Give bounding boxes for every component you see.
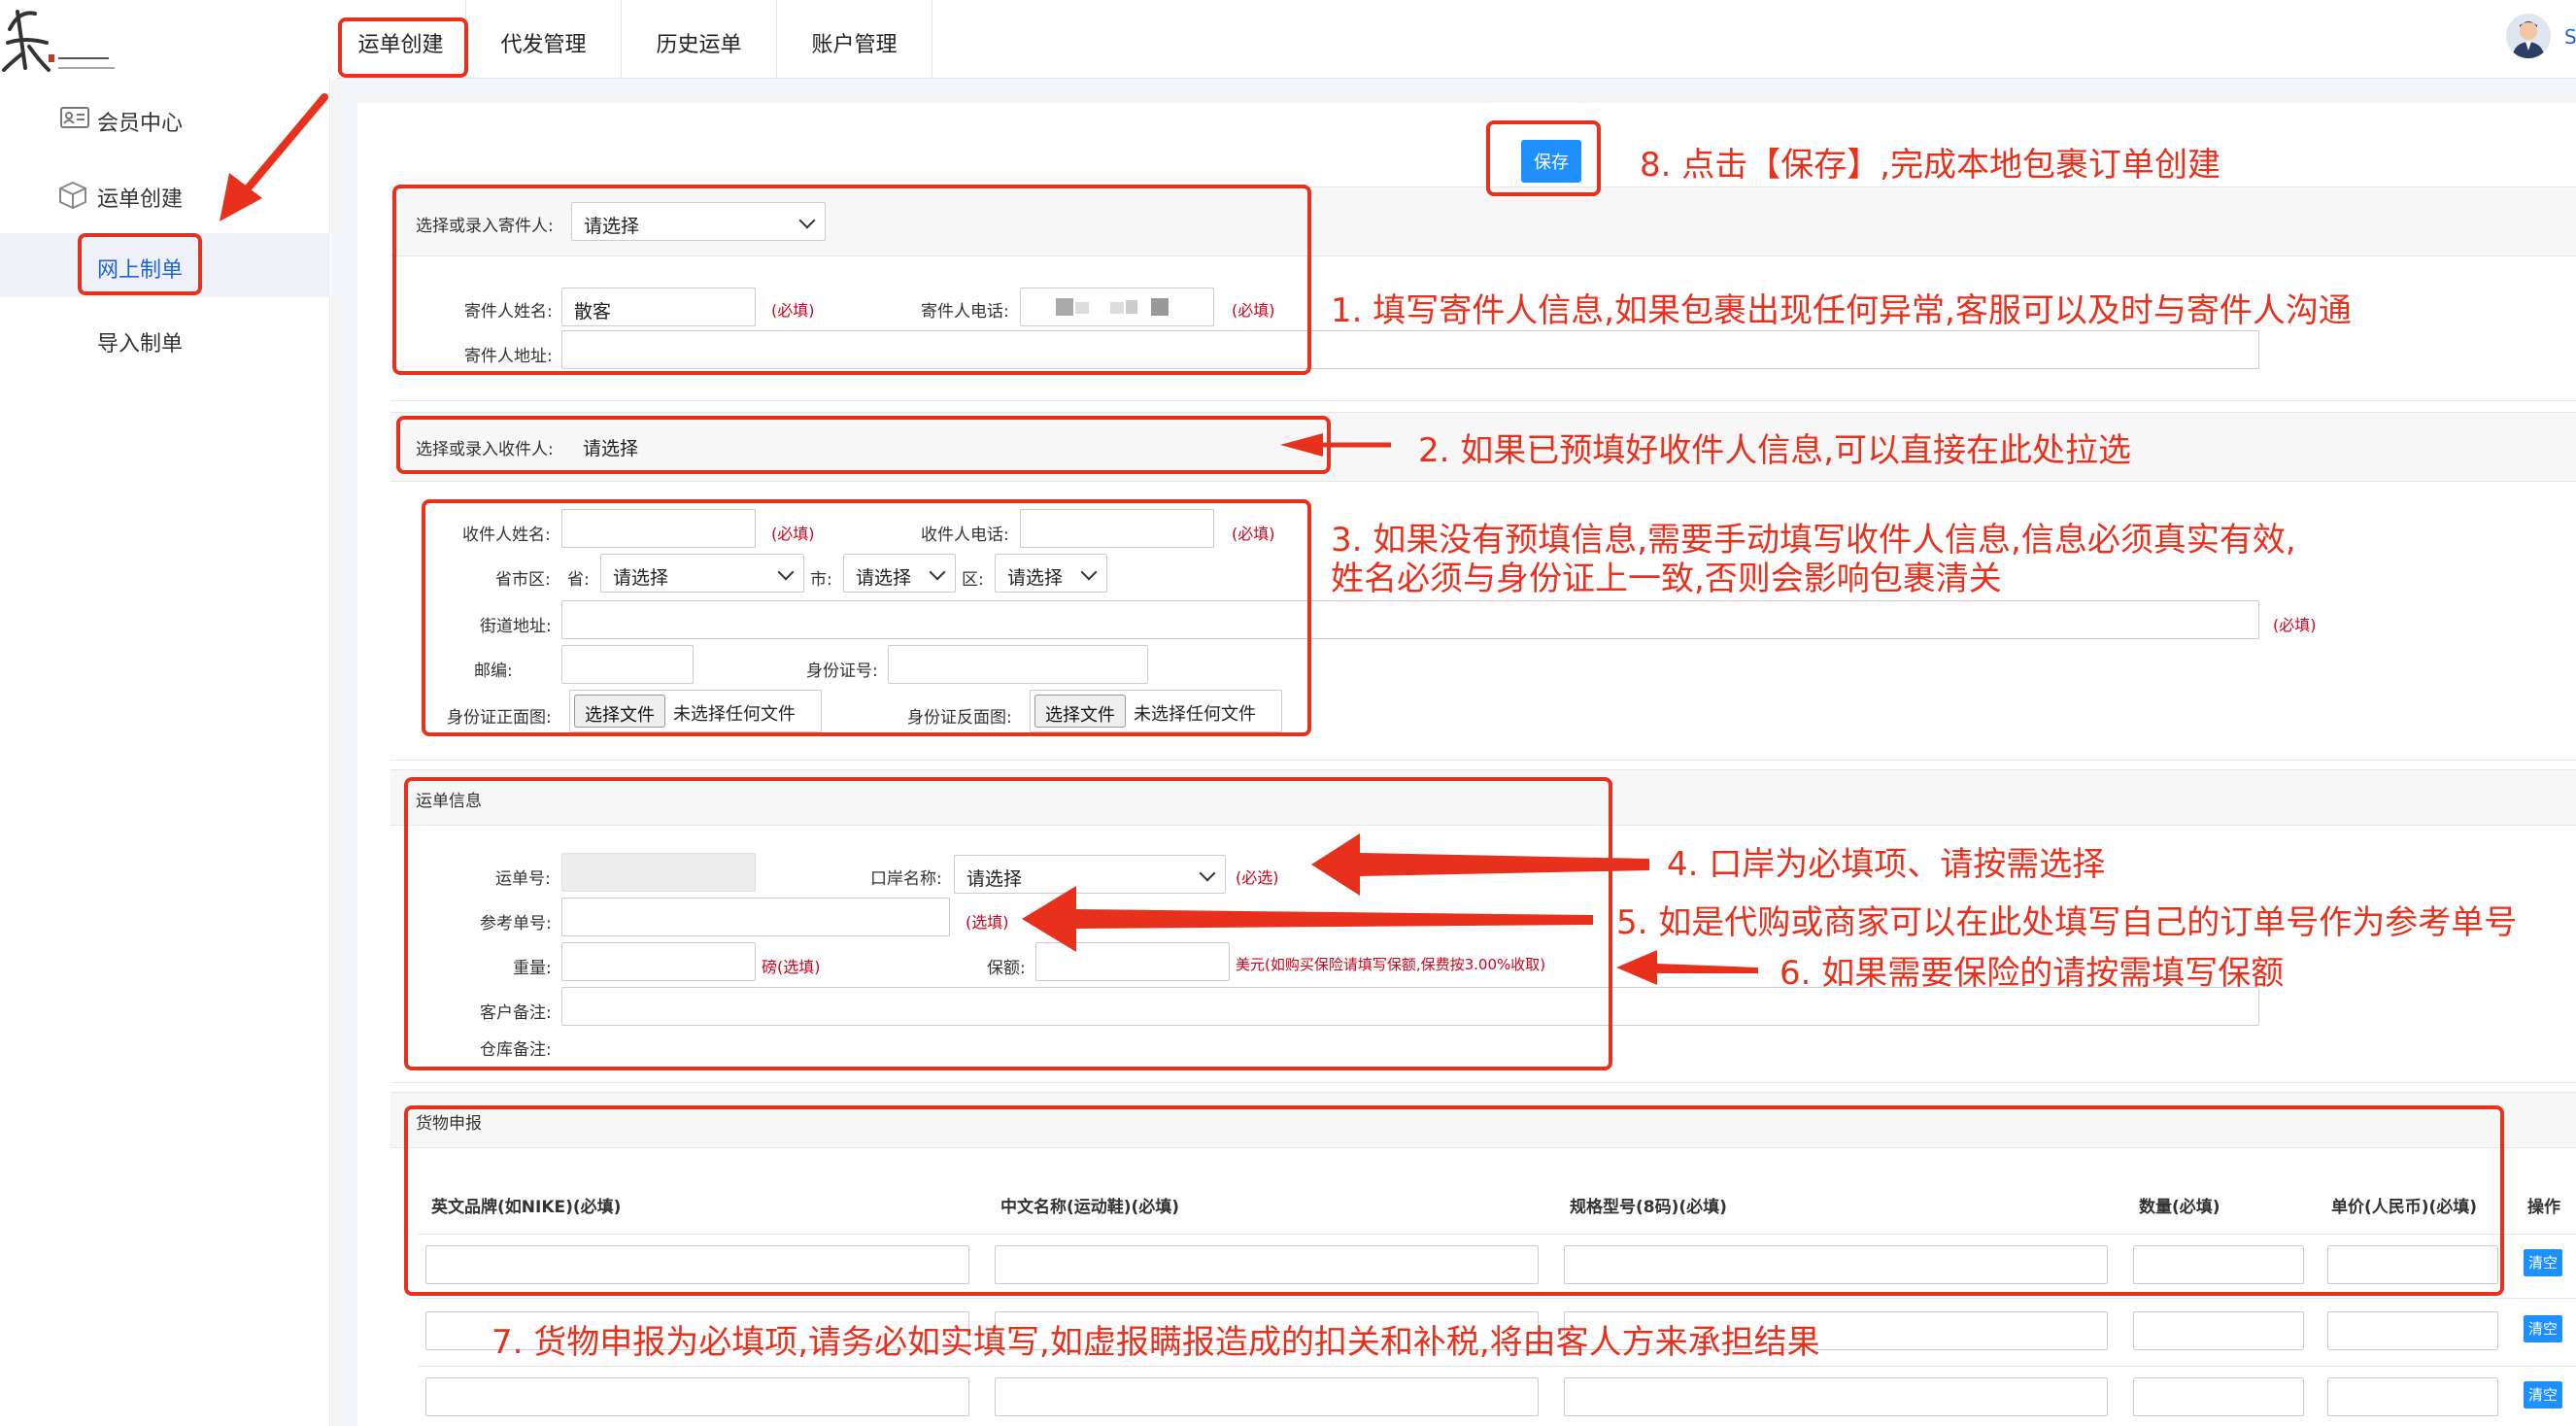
annotation-1: 1. 填写寄件人信息,如果包裹出现任何异常,客服可以及时与寄件人沟通	[1331, 291, 2352, 330]
annotation-arrows	[220, 93, 1758, 985]
arrow-to-ref-number	[1022, 886, 1593, 952]
annotation-8: 8. 点击【保存】,完成本地包裹订单创建	[1640, 146, 2221, 185]
annotation-3b: 姓名必须与身份证上一致,否则会影响包裹清关	[1331, 560, 2002, 598]
annotation-6: 6. 如果需要保险的请按需填写保额	[1779, 954, 2285, 993]
arrow-to-insure	[1616, 950, 1758, 985]
arrow-to-sidebar	[239, 93, 328, 198]
annotation-2: 2. 如果已预填好收件人信息,可以直接在此处拉选	[1418, 431, 2132, 470]
annotation-5: 5. 如是代购或商家可以在此处填写自己的订单号作为参考单号	[1616, 903, 2518, 942]
annotation-4: 4. 口岸为必填项、请按需选择	[1667, 845, 2106, 884]
annotation-7: 7. 货物申报为必填项,请务必如实填写,如虚报瞒报造成的扣关和补税,将由客人方来…	[491, 1323, 1820, 1362]
arrowhead-receiver-select	[1280, 433, 1323, 457]
arrow-to-port	[1311, 833, 1649, 896]
